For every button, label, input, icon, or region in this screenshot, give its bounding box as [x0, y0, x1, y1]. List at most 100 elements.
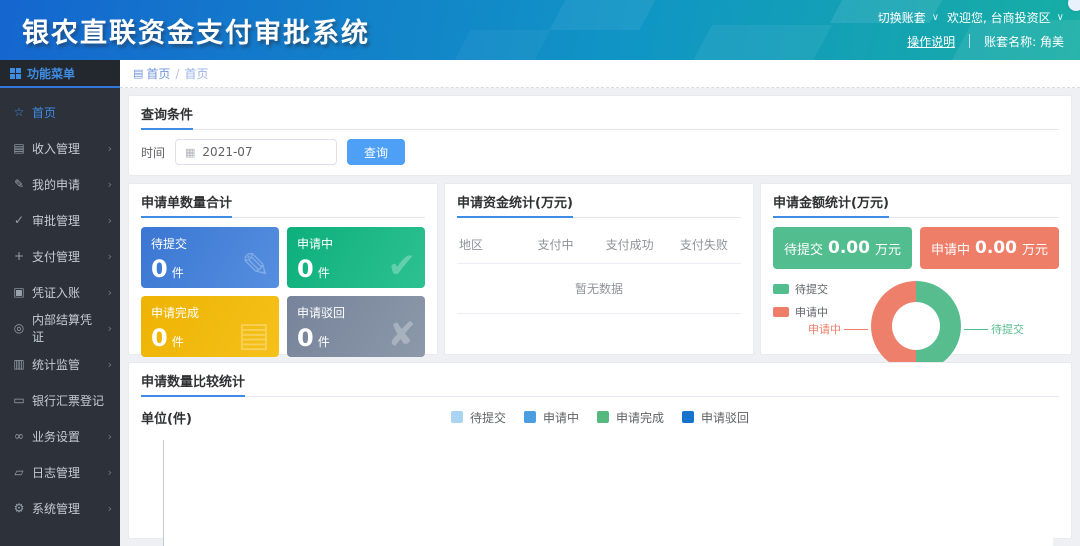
- page-icon: ▤: [133, 67, 143, 80]
- welcome-user-dropdown[interactable]: 欢迎您, 台商投资区 ∨: [947, 9, 1064, 26]
- calendar-icon: ▦: [185, 146, 195, 159]
- sidebar-item-my-application[interactable]: ✎ 我的申请 ›: [0, 166, 120, 202]
- unit-label: 单位(件): [141, 408, 192, 427]
- legend-swatch-salmon: [773, 307, 789, 317]
- header-decoration: [688, 25, 832, 60]
- bank-draft-icon: ▭: [12, 393, 26, 407]
- legend-item[interactable]: 申请完成: [597, 409, 664, 426]
- column-header: 支付中: [518, 236, 592, 253]
- legend-item[interactable]: 申请驳回: [682, 409, 749, 426]
- sidebar: 功能菜单 ☆ 首页 ▤ 收入管理 › ✎ 我的申请 › ✓ 审批管理 ›: [0, 60, 120, 546]
- summary-panel-title: 申请单数量合计: [141, 192, 232, 218]
- funds-panel-title: 申请资金统计(万元): [457, 192, 573, 218]
- business-settings-icon: ∞: [12, 429, 26, 443]
- donut-chart[interactable]: [871, 281, 961, 371]
- legend-swatch: [524, 411, 536, 423]
- main-area: ▤ 首页 / 首页 查询条件 时间 ▦ 2021-07 查询: [120, 60, 1080, 546]
- sidebar-item-voucher-entry[interactable]: ▣ 凭证入账 ›: [0, 274, 120, 310]
- stat-card-pending-submit[interactable]: 待提交 0 件 ✎: [141, 227, 279, 288]
- chevron-right-icon: ›: [108, 214, 112, 227]
- system-icon: ⚙: [12, 501, 26, 515]
- payment-icon: +: [12, 249, 26, 263]
- legend-item[interactable]: 待提交: [773, 281, 828, 297]
- amount-panel-title: 申请金额统计(万元): [773, 192, 889, 218]
- legend-item[interactable]: 申请中: [524, 409, 579, 426]
- sidebar-item-home[interactable]: ☆ 首页: [0, 94, 120, 130]
- time-label: 时间: [141, 144, 165, 161]
- sidebar-item-statistics[interactable]: ▥ 统计监管 ›: [0, 346, 120, 382]
- header-decoration: [549, 0, 660, 30]
- table-header-row: 地区 支付中 支付成功 支付失败: [457, 227, 741, 264]
- breadcrumb: ▤ 首页 / 首页: [120, 60, 1080, 88]
- comparison-chart-panel: 申请数量比较统计 单位(件) 待提交 申请中: [128, 362, 1072, 539]
- stat-card-completed[interactable]: 申请完成 0 件 ▤: [141, 296, 279, 357]
- leader-line: [964, 329, 988, 330]
- chevron-right-icon: ›: [108, 358, 112, 371]
- legend-item[interactable]: 申请中: [773, 304, 828, 320]
- stat-card-rejected[interactable]: 申请驳回 0 件 ✘: [287, 296, 425, 357]
- menu-title-label: 功能菜单: [27, 65, 75, 82]
- stats-row: 申请单数量合计 待提交 0 件 ✎ 申请中: [128, 183, 1072, 355]
- breadcrumb-separator: /: [175, 67, 179, 81]
- amount-card-pending-submit[interactable]: 待提交 0.00 万元: [773, 227, 912, 269]
- divider: [969, 34, 970, 48]
- app-header: 银农直联资金支付审批系统 切换账套 ∨ 欢迎您, 台商投资区 ∨ 操作说明 账套…: [0, 0, 1080, 60]
- floating-widget-dot[interactable]: [1068, 0, 1080, 11]
- funds-table-panel: 申请资金统计(万元) 地区 支付中 支付成功 支付失败 暂无数据: [444, 183, 754, 355]
- sidebar-item-system[interactable]: ⚙ 系统管理 ›: [0, 490, 120, 526]
- settlement-icon: ◎: [12, 321, 26, 335]
- empty-data-text: 暂无数据: [457, 264, 741, 314]
- stat-card-in-progress[interactable]: 申请中 0 件 ✔: [287, 227, 425, 288]
- header-decoration: [449, 30, 550, 60]
- menu-grid-icon: [10, 68, 21, 79]
- sidebar-menu: ☆ 首页 ▤ 收入管理 › ✎ 我的申请 › ✓ 审批管理 › + 支付管理 ›: [0, 88, 120, 526]
- chevron-right-icon: ›: [108, 322, 112, 335]
- header-user-area: 切换账套 ∨ 欢迎您, 台商投资区 ∨ 操作说明 账套名称: 角美: [878, 7, 1064, 51]
- donut-legend: 待提交 申请中: [773, 281, 828, 320]
- operation-guide-link[interactable]: 操作说明: [907, 33, 955, 50]
- column-header: 支付失败: [667, 236, 741, 253]
- time-value: 2021-07: [202, 145, 252, 159]
- document-reject-icon: ✘: [388, 315, 417, 355]
- leader-line: [844, 329, 868, 330]
- amount-card-in-progress[interactable]: 申请中 0.00 万元: [920, 227, 1059, 269]
- edit-document-icon: ✎: [242, 246, 271, 286]
- legend-swatch: [451, 411, 463, 423]
- chevron-right-icon: ›: [108, 178, 112, 191]
- sidebar-item-settlement[interactable]: ◎ 内部结算凭证 ›: [0, 310, 120, 346]
- amount-stats-panel: 申请金额统计(万元) 待提交 0.00 万元 申请中 0.00 万元: [760, 183, 1072, 355]
- comparison-chart-title: 申请数量比较统计: [141, 371, 245, 397]
- chart-legend: 待提交 申请中 申请完成 申请驳回: [451, 409, 749, 426]
- app-title: 银农直联资金支付审批系统: [22, 11, 370, 50]
- legend-swatch: [597, 411, 609, 423]
- chevron-right-icon: ›: [108, 250, 112, 263]
- home-icon: ☆: [12, 105, 26, 119]
- switch-account-dropdown[interactable]: 切换账套 ∨: [878, 9, 939, 26]
- switch-account-label: 切换账套: [878, 9, 926, 26]
- chevron-right-icon: ›: [108, 502, 112, 515]
- sidebar-item-income[interactable]: ▤ 收入管理 ›: [0, 130, 120, 166]
- donut-label-left: 申请中: [808, 321, 868, 337]
- sidebar-item-payment[interactable]: + 支付管理 ›: [0, 238, 120, 274]
- sidebar-item-approval[interactable]: ✓ 审批管理 ›: [0, 202, 120, 238]
- breadcrumb-home[interactable]: ▤ 首页: [133, 65, 170, 82]
- search-button[interactable]: 查询: [347, 139, 405, 165]
- breadcrumb-current: 首页: [184, 65, 208, 82]
- my-application-icon: ✎: [12, 177, 26, 191]
- voucher-entry-icon: ▣: [12, 285, 26, 299]
- query-panel: 查询条件 时间 ▦ 2021-07 查询: [128, 95, 1072, 176]
- sidebar-item-bank-draft[interactable]: ▭ 银行汇票登记: [0, 382, 120, 418]
- content: 查询条件 时间 ▦ 2021-07 查询 申请单数量合计: [120, 88, 1080, 546]
- income-icon: ▤: [12, 141, 26, 155]
- chevron-down-icon: ∨: [932, 12, 939, 23]
- statistics-icon: ▥: [12, 357, 26, 371]
- sidebar-item-business-settings[interactable]: ∞ 业务设置 ›: [0, 418, 120, 454]
- legend-item[interactable]: 待提交: [451, 409, 506, 426]
- time-picker-input[interactable]: ▦ 2021-07: [175, 139, 337, 165]
- legend-swatch: [682, 411, 694, 423]
- chevron-right-icon: ›: [108, 466, 112, 479]
- sidebar-item-log[interactable]: ▱ 日志管理 ›: [0, 454, 120, 490]
- log-icon: ▱: [12, 465, 26, 479]
- column-header: 地区: [457, 236, 518, 253]
- summary-panel: 申请单数量合计 待提交 0 件 ✎ 申请中: [128, 183, 438, 355]
